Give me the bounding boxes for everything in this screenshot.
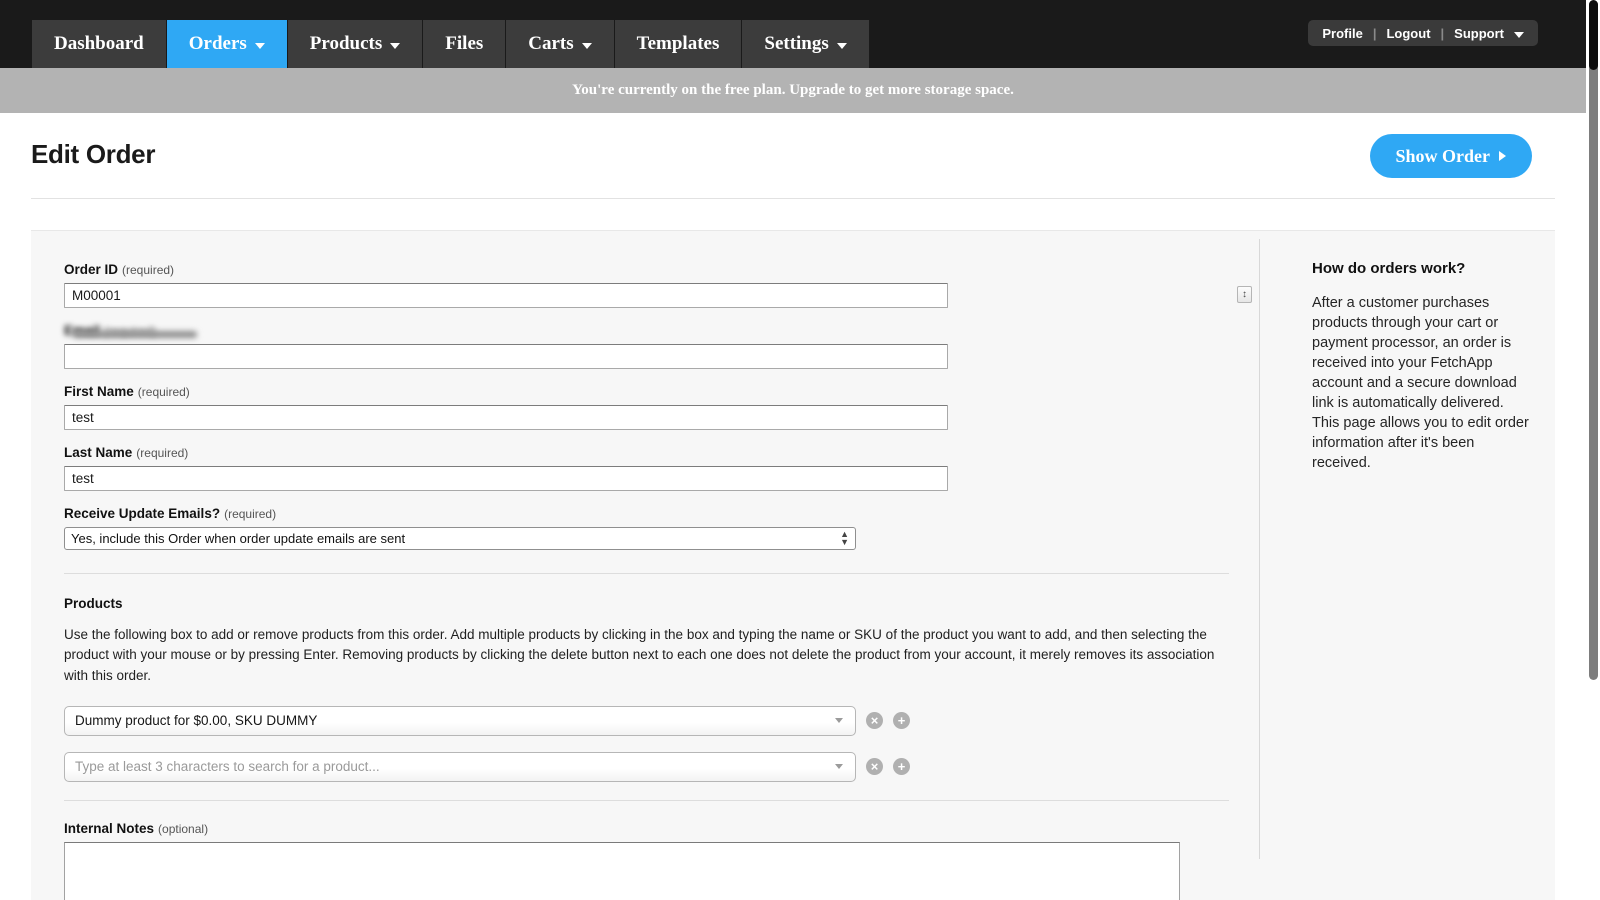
form-section-divider: [64, 573, 1229, 574]
chevron-down-icon: [255, 43, 265, 49]
header-divider: [31, 198, 1555, 199]
last-name-label-text: Last Name: [64, 445, 132, 460]
page-header: Edit Order Show Order: [0, 113, 1586, 199]
receive-update-emails-select-wrap: Yes, include this Order when order updat…: [64, 527, 856, 550]
chevron-down-icon: [835, 764, 843, 769]
products-section-divider: [64, 800, 1229, 801]
last-name-requirement: (required): [136, 446, 188, 460]
nav-item-settings[interactable]: Settings: [742, 20, 869, 68]
nav-item-label: Dashboard: [54, 33, 144, 55]
edit-order-form: Order ID (required) ↕ Email(required) Fir…: [31, 231, 1259, 900]
edit-order-panel: Order ID (required) ↕ Email(required) Fir…: [31, 230, 1555, 900]
page-scrollbar-thumb[interactable]: [1589, 4, 1598, 680]
first-name-label: First Name (required): [64, 384, 1259, 399]
account-nav: Profile | Logout | Support: [1308, 20, 1538, 46]
field-last-name: Last Name (required): [64, 445, 1259, 491]
order-id-requirement: (required): [122, 263, 174, 277]
chevron-down-icon: [582, 43, 592, 49]
product-select-1[interactable]: Type at least 3 characters to search for…: [64, 752, 856, 782]
close-icon: ×: [871, 760, 879, 773]
page-scrollbar-track[interactable]: [1586, 0, 1600, 900]
nav-item-label: Settings: [764, 33, 828, 55]
help-sidebar-body: After a customer purchases products thro…: [1312, 293, 1534, 473]
field-receive-update-emails: Receive Update Emails? (required) Yes, in…: [64, 506, 1259, 550]
main-nav: Dashboard Orders Products Files Carts Te…: [32, 20, 870, 68]
receive-update-emails-select[interactable]: Yes, include this Order when order updat…: [64, 527, 856, 550]
nav-item-label: Carts: [528, 33, 573, 55]
internal-notes-requirement: (optional): [158, 822, 208, 836]
help-sidebar-title: How do orders work?: [1312, 260, 1555, 277]
product-row: Type at least 3 characters to search for…: [64, 752, 1259, 782]
internal-notes-textarea[interactable]: [64, 842, 1180, 900]
order-id-label-text: Order ID: [64, 262, 118, 277]
order-id-input[interactable]: [64, 283, 948, 308]
internal-notes-label-text: Internal Notes: [64, 821, 154, 836]
receive-update-emails-selected-value: Yes, include this Order when order updat…: [71, 531, 405, 546]
internal-notes-label: Internal Notes (optional): [64, 821, 1259, 836]
product-select-placeholder: Type at least 3 characters to search for…: [75, 759, 380, 774]
support-link[interactable]: Support: [1454, 26, 1504, 41]
add-product-button-0[interactable]: +: [893, 712, 910, 729]
nav-item-label: Products: [310, 33, 382, 55]
order-id-stepper-icon[interactable]: ↕: [1237, 286, 1252, 303]
first-name-input[interactable]: [64, 405, 948, 430]
nav-item-label: Files: [445, 33, 483, 55]
show-order-button-label: Show Order: [1396, 146, 1491, 167]
plus-icon: +: [898, 714, 906, 727]
nav-item-templates[interactable]: Templates: [615, 20, 743, 68]
field-internal-notes: Internal Notes (optional): [64, 821, 1259, 900]
free-plan-banner-text: You're currently on the free plan. Upgra…: [572, 82, 1014, 99]
first-name-label-text: First Name: [64, 384, 134, 399]
field-first-name: First Name (required): [64, 384, 1259, 430]
email-label: Email(required): [64, 323, 1259, 338]
show-order-button[interactable]: Show Order: [1370, 134, 1533, 178]
first-name-requirement: (required): [138, 385, 190, 399]
stepper-glyph: ↕: [1242, 290, 1247, 300]
page-title: Edit Order: [31, 139, 155, 170]
chevron-down-icon: [837, 43, 847, 49]
field-email: Email(required): [64, 323, 1259, 369]
product-select-value: Dummy product for $0.00, SKU DUMMY: [75, 713, 317, 728]
nav-item-products[interactable]: Products: [288, 20, 423, 68]
nav-separator: |: [1373, 26, 1377, 41]
receive-update-emails-requirement: (required): [224, 507, 276, 521]
order-id-label: Order ID (required): [64, 262, 1259, 277]
email-redaction-mask: [73, 331, 197, 338]
remove-product-button-1[interactable]: ×: [866, 758, 883, 775]
nav-item-dashboard[interactable]: Dashboard: [32, 20, 167, 68]
receive-update-emails-label-text: Receive Update Emails?: [64, 506, 220, 521]
top-navigation-bar: Dashboard Orders Products Files Carts Te…: [0, 0, 1600, 68]
logout-link[interactable]: Logout: [1386, 26, 1430, 41]
product-row: Dummy product for $0.00, SKU DUMMY × +: [64, 706, 1259, 736]
last-name-input[interactable]: [64, 466, 948, 491]
remove-product-button-0[interactable]: ×: [866, 712, 883, 729]
free-plan-banner: You're currently on the free plan. Upgra…: [0, 68, 1586, 113]
add-product-button-1[interactable]: +: [893, 758, 910, 775]
nav-separator: |: [1441, 26, 1445, 41]
plus-icon: +: [898, 760, 906, 773]
profile-link[interactable]: Profile: [1322, 26, 1362, 41]
nav-item-orders[interactable]: Orders: [167, 20, 288, 68]
nav-item-carts[interactable]: Carts: [506, 20, 614, 68]
close-icon: ×: [871, 714, 879, 727]
chevron-down-icon: [835, 718, 843, 723]
page-scrollbar-thumb-top[interactable]: [1589, 0, 1598, 70]
product-select-0[interactable]: Dummy product for $0.00, SKU DUMMY: [64, 706, 856, 736]
nav-item-files[interactable]: Files: [423, 20, 506, 68]
field-order-id: Order ID (required) ↕: [64, 262, 1259, 308]
products-section-description: Use the following box to add or remove p…: [64, 625, 1219, 686]
chevron-right-icon: [1499, 151, 1506, 161]
chevron-down-icon: [390, 43, 400, 49]
email-input[interactable]: [64, 344, 948, 369]
nav-item-label: Orders: [189, 33, 247, 55]
help-sidebar: How do orders work? After a customer pur…: [1260, 231, 1555, 900]
nav-item-label: Templates: [637, 33, 720, 55]
receive-update-emails-label: Receive Update Emails? (required): [64, 506, 1259, 521]
chevron-down-icon: [1514, 32, 1524, 38]
last-name-label: Last Name (required): [64, 445, 1259, 460]
products-section-title: Products: [64, 596, 1259, 611]
